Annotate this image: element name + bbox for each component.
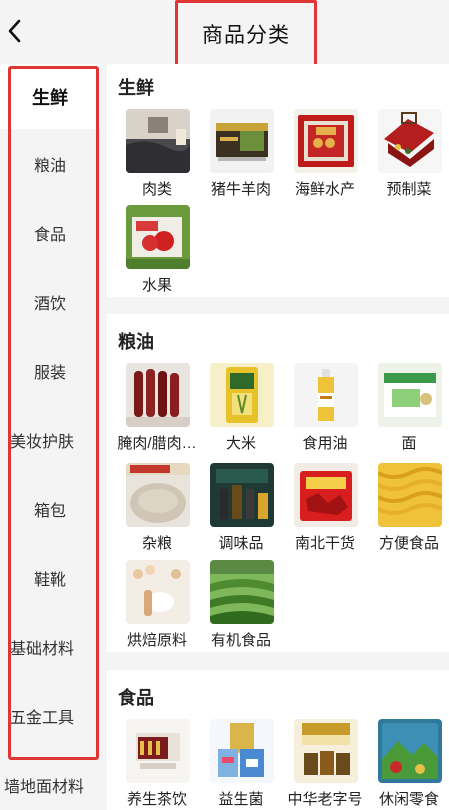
section-title: 食品 bbox=[118, 688, 154, 708]
category-item-label: 有机食品 bbox=[210, 632, 271, 649]
rice-bag-photo bbox=[210, 363, 274, 427]
header: 商品分类 bbox=[0, 0, 449, 67]
category-item[interactable]: 益生菌 bbox=[191, 719, 275, 809]
category-item[interactable]: 腌肉/腊肉… bbox=[107, 363, 197, 453]
category-item[interactable]: 杂粮 bbox=[107, 463, 191, 553]
sidebar-item-label: 食品 bbox=[33, 226, 66, 244]
category-item[interactable]: 休闲零食 bbox=[359, 719, 443, 809]
sidebar-item-label: 粮油 bbox=[33, 157, 66, 175]
sidebar-item-clothing[interactable]: 服装 bbox=[0, 336, 100, 405]
tea-box-photo bbox=[126, 719, 190, 783]
gift-box-photo bbox=[210, 109, 274, 173]
sidebar-item-label: 酒饮 bbox=[33, 295, 66, 313]
sidebar-item-drinks[interactable]: 酒饮 bbox=[0, 267, 100, 336]
category-sidebar: 生鲜 粮油 食品 酒饮 服装 美妆护肤 箱包 鞋靴 基础材料 五金工具 墙地面材… bbox=[0, 64, 100, 810]
flour-photo bbox=[126, 463, 190, 527]
seasoning-photo bbox=[210, 463, 274, 527]
noodle-box-photo bbox=[378, 363, 442, 427]
category-item[interactable]: 猪牛羊肉 bbox=[191, 109, 275, 199]
sidebar-item-label: 箱包 bbox=[33, 502, 66, 520]
bedroom-photo bbox=[126, 109, 190, 173]
category-item[interactable]: 烘焙原料 bbox=[107, 560, 191, 650]
sidebar-item-label: 墙地面材料 bbox=[4, 778, 85, 796]
category-item[interactable]: 大米 bbox=[191, 363, 275, 453]
red-case-photo bbox=[378, 109, 442, 173]
sidebar-item-label: 五金工具 bbox=[10, 709, 75, 727]
sidebar-item-food[interactable]: 食品 bbox=[0, 198, 100, 267]
category-item[interactable]: 肉类 bbox=[107, 109, 191, 199]
red-gift-box-photo bbox=[294, 109, 358, 173]
category-content: 生鲜 肉类 猪牛羊肉 海鲜水产 预制菜 水果 粮油 腌肉/腊肉… 大米 食用油 … bbox=[107, 64, 449, 810]
sidebar-item-materials[interactable]: 基础材料 bbox=[0, 612, 100, 681]
apple-box-photo bbox=[126, 205, 190, 269]
dried-chili-photo bbox=[294, 463, 358, 527]
sausage-photo bbox=[126, 363, 190, 427]
category-item[interactable]: 食用油 bbox=[275, 363, 359, 453]
sidebar-item-flooring[interactable]: 墙地面材料 bbox=[0, 750, 100, 810]
section-title: 生鲜 bbox=[118, 78, 154, 98]
page-title: 商品分类 bbox=[202, 23, 290, 47]
probiotic-photo bbox=[210, 719, 274, 783]
category-item[interactable]: 中华老字号 bbox=[275, 719, 363, 809]
sidebar-item-label: 鞋靴 bbox=[33, 571, 66, 589]
sidebar-item-grain-oil[interactable]: 粮油 bbox=[0, 129, 100, 198]
section-food: 食品 养生茶饮 益生菌 中华老字号 休闲零食 bbox=[107, 670, 449, 810]
oil-bottle-photo bbox=[294, 363, 358, 427]
instant-noodle-photo bbox=[378, 463, 442, 527]
baking-photo bbox=[126, 560, 190, 624]
sidebar-item-label: 服装 bbox=[33, 364, 66, 382]
section-title: 粮油 bbox=[118, 332, 154, 352]
honey-jar-photo bbox=[294, 719, 358, 783]
category-item[interactable]: 面 bbox=[359, 363, 443, 453]
category-item[interactable]: 水果 bbox=[107, 205, 191, 295]
category-item-label: 水果 bbox=[141, 277, 172, 294]
sidebar-item-hardware[interactable]: 五金工具 bbox=[0, 681, 100, 750]
category-item[interactable]: 预制菜 bbox=[359, 109, 443, 199]
category-item[interactable]: 南北干货 bbox=[275, 463, 359, 553]
category-item-label: 休闲零食 bbox=[378, 791, 439, 808]
sidebar-item-shoes[interactable]: 鞋靴 bbox=[0, 543, 100, 612]
category-item[interactable]: 方便食品 bbox=[359, 463, 443, 553]
category-item-label: 面 bbox=[401, 435, 417, 452]
category-item[interactable]: 有机食品 bbox=[191, 560, 275, 650]
chevron-left-icon[interactable] bbox=[4, 18, 26, 44]
category-item[interactable]: 养生茶饮 bbox=[107, 719, 191, 809]
sidebar-item-label: 生鲜 bbox=[32, 87, 68, 108]
sidebar-item-beauty[interactable]: 美妆护肤 bbox=[0, 405, 100, 474]
section-grain-oil: 粮油 腌肉/腊肉… 大米 食用油 面 杂粮 调味品 南北干货 方便食品 烘焙原料… bbox=[107, 314, 449, 652]
tea-field-photo bbox=[210, 560, 274, 624]
category-item-label: 预制菜 bbox=[386, 181, 432, 198]
page-title-highlight: 商品分类 bbox=[175, 0, 317, 67]
category-item[interactable]: 海鲜水产 bbox=[275, 109, 359, 199]
sidebar-item-label: 美妆护肤 bbox=[10, 433, 75, 451]
sidebar-item-fresh[interactable]: 生鲜 bbox=[0, 64, 100, 129]
category-item[interactable]: 调味品 bbox=[191, 463, 275, 553]
sidebar-item-label: 基础材料 bbox=[10, 640, 75, 658]
category-item-label: 方便食品 bbox=[378, 535, 439, 552]
sidebar-item-bags[interactable]: 箱包 bbox=[0, 474, 100, 543]
section-fresh: 生鲜 肉类 猪牛羊肉 海鲜水产 预制菜 水果 bbox=[107, 64, 449, 297]
snack-bag-photo bbox=[378, 719, 442, 783]
